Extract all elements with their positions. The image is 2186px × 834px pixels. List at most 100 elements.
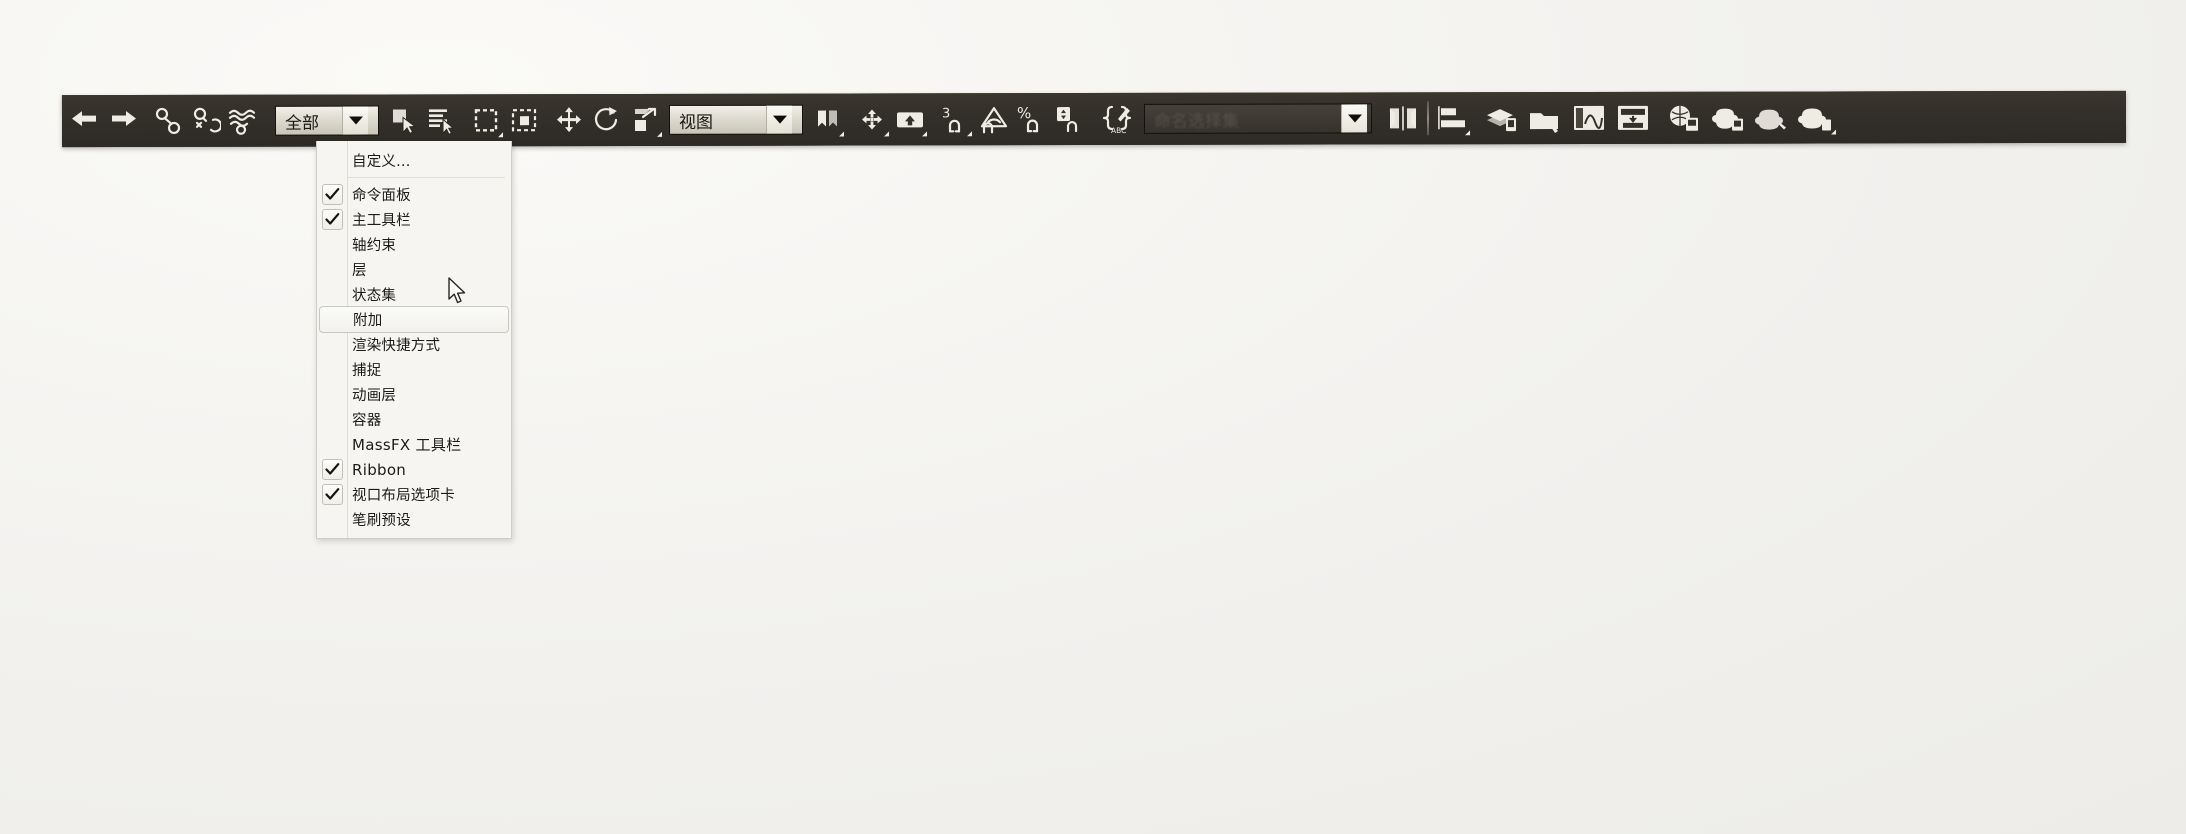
chevron-down-icon[interactable] [341,106,369,135]
menu-item[interactable]: 层 [317,257,511,282]
select-and-link-button[interactable] [149,101,187,141]
curve-editor-button[interactable] [1567,98,1611,138]
toggle-layer-explorer-button[interactable] [1479,98,1523,138]
select-and-move-button[interactable] [550,100,588,140]
menu-item[interactable]: 动画层 [317,382,511,407]
menu-item[interactable]: 状态集 [317,282,511,307]
rectangle-marquee-icon [474,109,498,132]
toolbar-visibility-context-menu[interactable]: 自定义... 命令面板主工具栏轴约束层状态集附加渲染快捷方式捕捉动画层容器 Mass… [316,141,512,539]
svg-text:3: 3 [942,106,950,121]
select-by-name-button[interactable] [422,100,460,140]
material-editor-button[interactable] [1662,98,1706,138]
menu-item-label: 捕捉 [352,363,382,379]
percent-snap-magnet-icon: % [1017,104,1039,133]
menu-item-label: Ribbon [352,460,407,479]
place-icon [862,109,883,130]
menu-item-label: 主工具栏 [352,213,411,229]
chevron-down-icon[interactable] [765,105,793,134]
redo-button[interactable] [104,101,142,141]
reference-coordinate-value: 视图 [678,112,714,133]
menu-item-checkbox[interactable] [322,184,343,205]
menu-item[interactable]: MassFX 工具栏 [317,432,511,457]
selection-filter-value: 全部 [284,113,320,134]
scale-icon [634,107,657,131]
spinner-snap-magnet-icon [1056,107,1078,133]
named-sets-abc-icon: ABC [1102,105,1132,135]
menu-item[interactable]: 渲染快捷方式 [317,332,511,357]
undo-arrow-icon [71,111,97,127]
menu-item[interactable]: 命令面板 [317,182,511,207]
render-setup-teapot-icon [1712,108,1744,131]
main-toolbar: 全部 视图 3 % ABC 命名选择集 [61,90,2127,148]
menu-item[interactable]: 捕捉 [317,357,511,382]
edit-named-selection-sets-button[interactable]: ABC [1095,99,1139,139]
selection-filter-dropdown[interactable]: 全部 [274,105,380,136]
select-and-scale-button[interactable] [626,100,664,140]
schematic-view-icon [1617,105,1649,130]
menu-item-list: 自定义... 命令面板主工具栏轴约束层状态集附加渲染快捷方式捕捉动画层容器 Mass… [317,148,511,532]
window-crossing-icon [511,109,537,132]
render-production-button[interactable] [1794,97,1838,137]
angle-snap-toggle-button[interactable] [974,99,1012,139]
pivot-center-icon [817,110,838,127]
bind-to-space-warp-button[interactable] [225,101,263,141]
percent-snap-toggle-button[interactable]: % [1012,99,1050,139]
unlink-selection-button[interactable] [187,101,225,141]
align-button[interactable] [891,99,929,139]
spinner-snap-toggle-button[interactable] [1050,99,1088,139]
layers-stack-icon [1486,109,1517,132]
render-setup-button[interactable] [1706,98,1750,138]
menu-item-label: 笔刷预设 [352,513,411,529]
space-warp-waves-icon [228,109,256,135]
menu-item[interactable]: 附加 [319,306,509,333]
menu-item-checkbox[interactable] [322,459,343,480]
window-crossing-toggle[interactable] [505,100,543,140]
svg-text:%: % [1017,104,1031,122]
menu-item[interactable]: 容器 [317,407,511,432]
checkmark-icon [325,213,340,225]
rectangular-selection-region-button[interactable] [467,100,505,140]
align-tool-icon [1437,106,1466,130]
menu-item[interactable]: 笔刷预设 [317,507,511,532]
named-selection-sets-value: 命名选择集 [1153,111,1240,132]
chevron-down-icon[interactable] [1340,104,1368,133]
reference-coordinate-dropdown[interactable]: 视图 [668,104,804,135]
use-pivot-center-button[interactable] [808,100,846,140]
redo-arrow-icon [111,111,136,127]
menu-item-label: 视口布局选项卡 [352,488,455,504]
align-icon [896,112,924,128]
checkmark-icon [325,488,340,500]
move-cross-icon [557,107,582,133]
menu-item[interactable]: 轴约束 [317,232,511,257]
align-tool-button[interactable] [1434,98,1472,138]
rendered-frame-window-button[interactable] [1750,98,1794,138]
angle-snap-magnet-icon [980,107,1008,134]
menu-item[interactable]: 视口布局选项卡 [317,482,511,507]
menu-item-checkbox[interactable] [322,209,343,230]
select-by-name-icon [428,109,455,136]
select-object-button[interactable] [384,100,422,140]
menu-item-checkbox[interactable] [322,484,343,505]
named-selection-sets-dropdown[interactable]: 命名选择集 [1143,103,1373,134]
toggle-scene-explorer-button[interactable] [1523,98,1567,138]
menu-item-label: MassFX 工具栏 [352,436,462,454]
mirror-tool-icon [1389,106,1417,131]
undo-button[interactable] [66,101,104,141]
snap-3d-magnet-icon: 3 [942,106,961,133]
menu-item-label: 附加 [353,313,383,329]
svg-text:ABC: ABC [1111,126,1126,135]
menu-item[interactable]: 自定义... [317,148,511,173]
select-arrow-icon [392,109,417,135]
rotate-circle-icon [594,107,618,131]
scene-explorer-icon [1529,113,1559,134]
snap-toggle-3d-button[interactable]: 3 [936,99,974,139]
menu-item[interactable]: 主工具栏 [317,207,511,232]
select-and-place-button[interactable] [853,99,891,139]
schematic-view-button[interactable] [1611,98,1655,138]
menu-item-label: 容器 [352,413,382,429]
mirror-button[interactable] [1384,98,1422,138]
link-chain-icon [155,107,181,135]
render-production-teapot-icon [1798,108,1832,131]
select-and-rotate-button[interactable] [588,100,626,140]
menu-item[interactable]: Ribbon [317,457,511,482]
